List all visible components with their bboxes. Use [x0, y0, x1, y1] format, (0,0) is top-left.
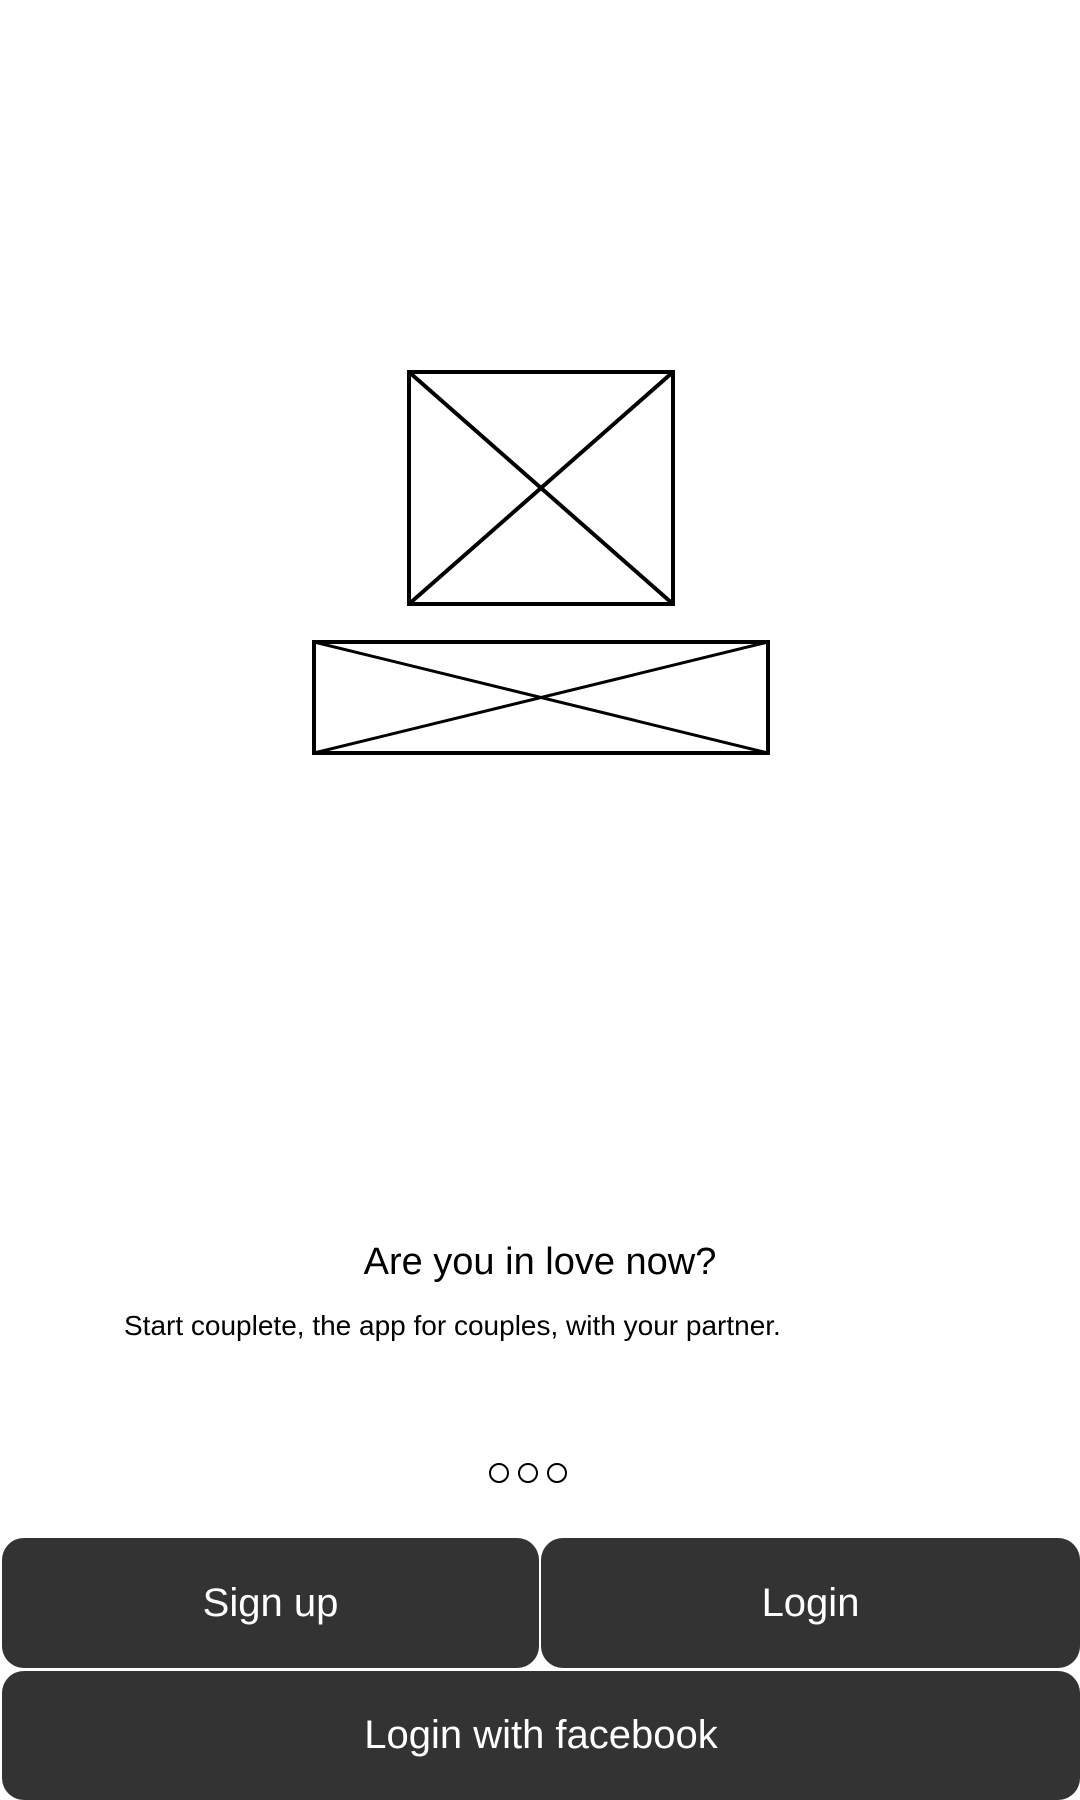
login-label: Login	[761, 1580, 860, 1625]
sign-up-label: Sign up	[202, 1580, 339, 1625]
login-button[interactable]: Login	[541, 1538, 1080, 1668]
page-dot-3[interactable]	[547, 1463, 567, 1483]
login-with-facebook-label: Login with facebook	[364, 1713, 718, 1757]
page-indicator	[489, 1463, 567, 1483]
logo-image-placeholder-icon	[407, 370, 675, 606]
wordmark-image-placeholder-icon	[312, 640, 770, 755]
intro-headline: Are you in love now?	[363, 1241, 717, 1283]
intro-subtitle: Start couplete, the app for couples, wit…	[124, 1310, 781, 1341]
page-dot-1[interactable]	[489, 1463, 509, 1483]
login-with-facebook-button[interactable]: Login with facebook	[2, 1671, 1080, 1800]
sign-up-button[interactable]: Sign up	[2, 1538, 539, 1668]
page-dot-2[interactable]	[518, 1463, 538, 1483]
